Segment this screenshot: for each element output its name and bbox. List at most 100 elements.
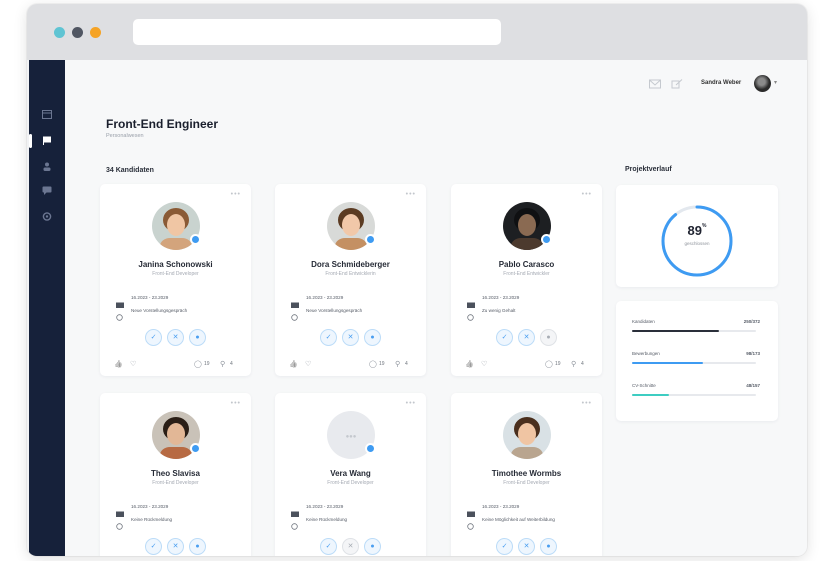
thumbs-down-icon[interactable]: ♡ [305, 360, 311, 368]
reject-button[interactable]: ✕ [342, 329, 359, 346]
candidate-name[interactable]: Theo Slavisa [100, 469, 251, 478]
online-status-icon [190, 443, 201, 454]
candidate-card[interactable]: ••• Timothee Wormbs Front-End Developer 16.… [451, 393, 602, 556]
window-titlebar [27, 4, 807, 60]
candidate-name[interactable]: Dora Schmideberger [275, 260, 426, 269]
clock-icon [467, 308, 475, 321]
window-dot-teal-icon[interactable] [54, 27, 65, 38]
attachment-count: 4 [581, 361, 584, 367]
settings-icon[interactable] [42, 212, 52, 221]
thumbs-down-icon[interactable]: ♡ [481, 360, 487, 368]
online-status-icon [541, 234, 552, 245]
more-options-icon[interactable]: ••• [406, 400, 416, 407]
more-options-icon[interactable]: ••• [231, 191, 241, 198]
candidate-card[interactable]: ••• ●●● Vera Wang Front-End Developer 16.202… [275, 393, 426, 556]
comment-count: 19 [204, 361, 210, 367]
chat-icon[interactable] [42, 186, 52, 195]
sidebar-active-indicator [29, 134, 32, 148]
message-button[interactable]: ● [364, 538, 381, 555]
stat-label: Kandidaten [632, 319, 655, 324]
reject-button[interactable]: ✕ [167, 538, 184, 555]
message-button[interactable]: ● [189, 329, 206, 346]
candidate-note: Keine Rückmeldung [306, 517, 348, 522]
flag-icon[interactable] [42, 136, 52, 145]
comment-count: 19 [555, 361, 561, 367]
approve-button[interactable]: ✓ [496, 329, 513, 346]
window-dot-dark-icon[interactable] [72, 27, 83, 38]
calendar-icon [291, 295, 299, 308]
clock-glyph [467, 314, 474, 321]
user-name[interactable]: Sandra Weber [701, 80, 741, 86]
thumbs-up-icon[interactable]: 👍 [465, 360, 474, 368]
message-button[interactable]: ● [540, 538, 557, 555]
approve-button[interactable]: ✓ [145, 538, 162, 555]
edit-icon[interactable] [671, 79, 683, 89]
stat-bar-track [632, 394, 756, 396]
message-button[interactable]: ● [364, 329, 381, 346]
online-status-icon [365, 443, 376, 454]
window-dot-orange-icon[interactable] [90, 27, 101, 38]
svg-text:●●●: ●●● [346, 434, 357, 440]
candidate-name[interactable]: Pablo Carasco [451, 260, 602, 269]
clock-glyph [291, 314, 298, 321]
stat-value: 98/173 [746, 351, 760, 356]
candidate-avatar[interactable] [503, 411, 551, 459]
thumbs-up-icon[interactable]: 👍 [289, 360, 298, 368]
candidates-count-label: 34 Kandidaten [106, 167, 154, 174]
attachment-count: 4 [230, 361, 233, 367]
clock-glyph [116, 314, 123, 321]
attachment-icon[interactable]: ⚲ [395, 360, 400, 368]
chevron-down-icon[interactable]: ▾ [774, 79, 777, 86]
candidate-date-range: 16.2023 - 23.2029 [306, 295, 344, 300]
candidate-name[interactable]: Timothee Wormbs [451, 469, 602, 478]
approve-button[interactable]: ✓ [496, 538, 513, 555]
candidate-card[interactable]: ••• Theo Slavisa Front-End Developer 16.202… [100, 393, 251, 556]
online-status-icon [365, 234, 376, 245]
sidebar [29, 60, 65, 556]
stat-bar-fill [632, 362, 703, 364]
dashboard-icon[interactable] [42, 110, 52, 119]
candidate-role: Front-End Entwickler [503, 271, 550, 277]
candidate-note: Neue Vorstellungsgespräch [306, 308, 363, 313]
candidate-name[interactable]: Janina Schonowski [100, 260, 251, 269]
comment-icon[interactable]: ◯ [545, 360, 553, 368]
mail-icon[interactable] [649, 79, 661, 89]
reject-button[interactable]: ✕ [167, 329, 184, 346]
candidate-note: Keine Möglichkeit auf Weiterbildung [482, 517, 555, 522]
online-status-icon [190, 234, 201, 245]
message-button[interactable]: ● [540, 329, 557, 346]
user-avatar[interactable] [754, 75, 771, 92]
candidate-date-range: 16.2023 - 23.2029 [131, 504, 169, 509]
attachment-icon[interactable]: ⚲ [571, 360, 576, 368]
calendar-icon [116, 504, 124, 517]
approve-button[interactable]: ✓ [320, 329, 337, 346]
comment-icon[interactable]: ◯ [369, 360, 377, 368]
candidate-card[interactable]: ••• Janina Schonowski Front-End Developer 1… [100, 184, 251, 376]
reject-button[interactable]: ✕ [518, 329, 535, 346]
candidate-card[interactable]: ••• Dora Schmideberger Front-End Entwickle… [275, 184, 426, 376]
more-options-icon[interactable]: ••• [231, 400, 241, 407]
reject-button[interactable]: ✕ [342, 538, 359, 555]
candidate-card[interactable]: ••• Pablo Carasco Front-End Entwickler 16.2… [451, 184, 602, 376]
user-icon[interactable] [42, 162, 52, 171]
candidate-name[interactable]: Vera Wang [275, 469, 426, 478]
stat-label: CV-Schnitte [632, 383, 656, 388]
more-options-icon[interactable]: ••• [582, 191, 592, 198]
comment-icon[interactable]: ◯ [194, 360, 202, 368]
avatar-image [503, 411, 551, 459]
clock-icon [116, 517, 124, 530]
more-options-icon[interactable]: ••• [582, 400, 592, 407]
stat-label: Bewerbungen [632, 351, 660, 356]
approve-button[interactable]: ✓ [145, 329, 162, 346]
reject-button[interactable]: ✕ [518, 538, 535, 555]
thumbs-down-icon[interactable]: ♡ [130, 360, 136, 368]
thumbs-up-icon[interactable]: 👍 [114, 360, 123, 368]
project-progress-label: Projektverlauf [625, 166, 672, 173]
message-button[interactable]: ● [189, 538, 206, 555]
calendar-icon [116, 295, 124, 308]
approve-button[interactable]: ✓ [320, 538, 337, 555]
candidate-role: Front-End Developer [152, 480, 199, 486]
attachment-icon[interactable]: ⚲ [220, 360, 225, 368]
url-bar[interactable] [133, 19, 501, 45]
more-options-icon[interactable]: ••• [406, 191, 416, 198]
